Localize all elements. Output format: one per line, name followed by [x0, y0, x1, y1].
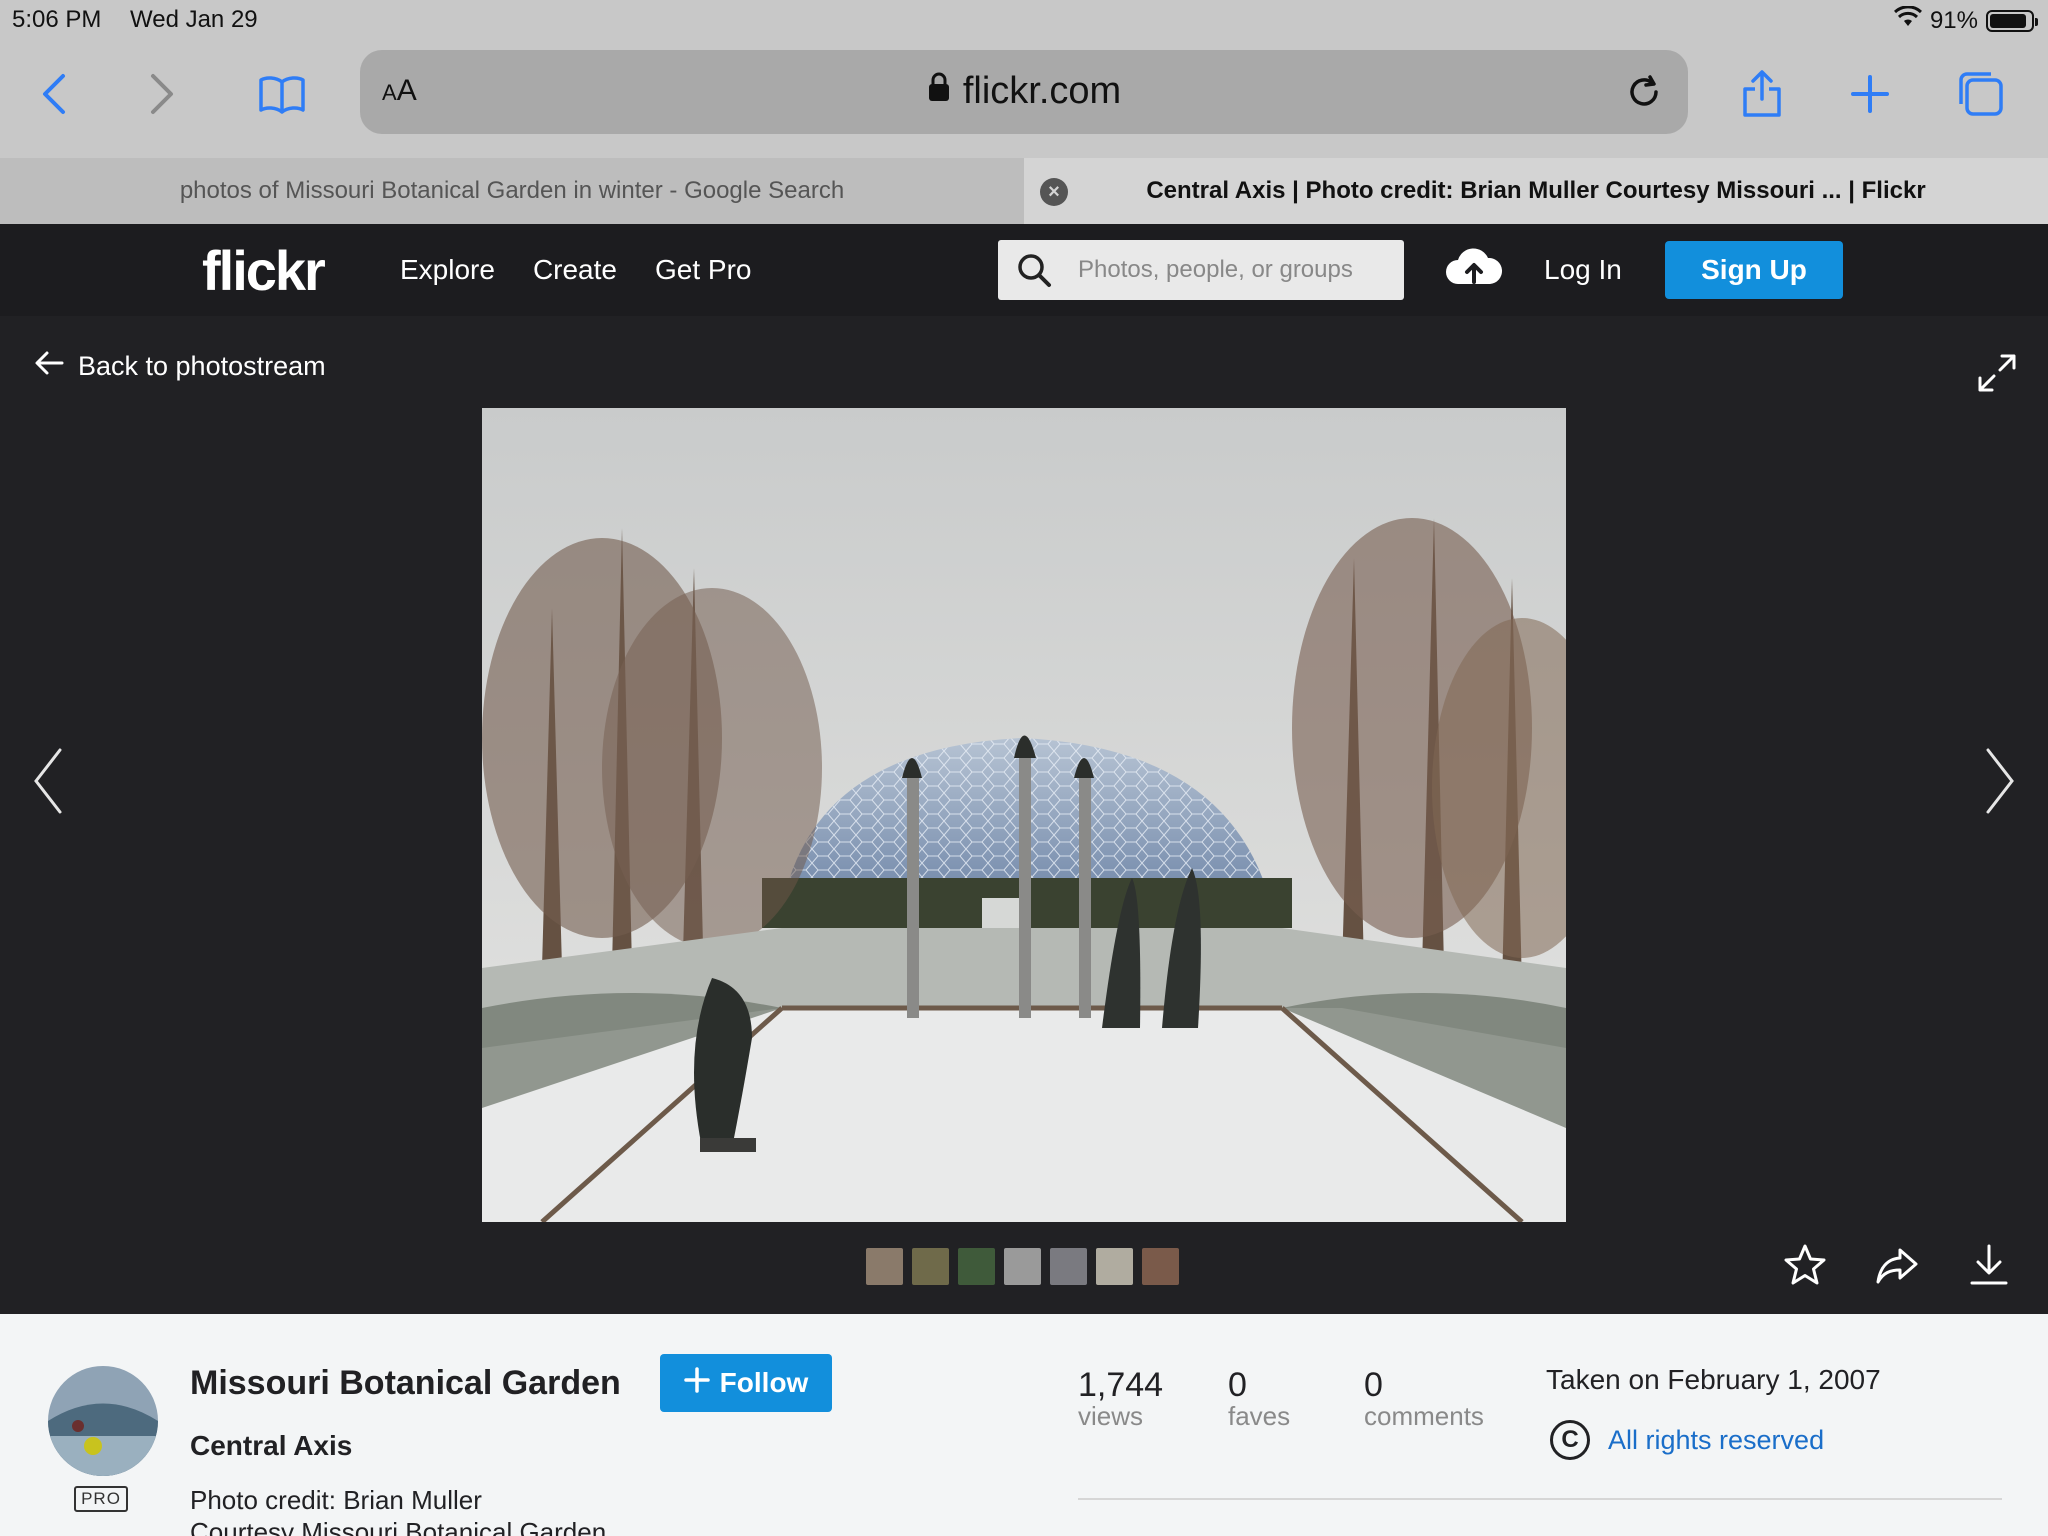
- follow-button[interactable]: Follow: [660, 1354, 832, 1412]
- photo-stage: Back to photostream: [0, 316, 2048, 1314]
- battery-fill: [1990, 13, 2027, 28]
- fullscreen-icon[interactable]: [1976, 352, 2018, 399]
- signup-button[interactable]: Sign Up: [1665, 241, 1843, 299]
- tab-google-search[interactable]: photos of Missouri Botanical Garden in w…: [0, 158, 1024, 224]
- owner-name[interactable]: Missouri Botanical Garden: [190, 1364, 621, 1403]
- tab-title: Central Axis | Photo credit: Brian Mulle…: [1146, 177, 1926, 204]
- flickr-navbar: flickr Explore Create Get Pro Log In Sig…: [0, 224, 2048, 316]
- stat-value: 1,744: [1078, 1366, 1164, 1404]
- stat-faves: 0 faves: [1228, 1366, 1290, 1432]
- status-right: 91%: [1893, 5, 2038, 35]
- nav-explore[interactable]: Explore: [400, 254, 495, 286]
- stat-label: views: [1078, 1401, 1144, 1431]
- login-link[interactable]: Log In: [1544, 254, 1622, 286]
- photostream-thumbnail[interactable]: [1142, 1248, 1179, 1285]
- next-photo-icon[interactable]: [1982, 746, 2018, 821]
- tabs-overview-button[interactable]: [1950, 64, 2010, 124]
- photostream-thumbnail[interactable]: [912, 1248, 949, 1285]
- address-bar[interactable]: AA flickr.com: [360, 50, 1688, 134]
- share-arrow-icon[interactable]: [1874, 1242, 1920, 1293]
- back-nav-button[interactable]: [24, 64, 84, 124]
- bookmarks-button[interactable]: [252, 64, 312, 124]
- photo-info: PRO Missouri Botanical Garden Follow Cen…: [0, 1314, 2048, 1536]
- nav-create[interactable]: Create: [533, 254, 617, 286]
- wifi-icon: [1893, 5, 1922, 35]
- arrow-left-icon: [34, 350, 64, 383]
- stat-value: 0: [1228, 1366, 1247, 1404]
- back-label: Back to photostream: [78, 351, 326, 381]
- photostream-thumbnail[interactable]: [1004, 1248, 1041, 1285]
- close-tab-icon[interactable]: ×: [1040, 178, 1068, 206]
- forward-nav-button[interactable]: [132, 64, 192, 124]
- stat-value: 0: [1364, 1366, 1383, 1404]
- stat-comments: 0 comments: [1364, 1366, 1484, 1432]
- winter-garden-dome-image: [482, 408, 1566, 1222]
- browser-tabs: photos of Missouri Botanical Garden in w…: [0, 158, 2048, 224]
- tab-flickr[interactable]: × Central Axis | Photo credit: Brian Mul…: [1024, 158, 2048, 224]
- status-time: 5:06 PM: [12, 6, 102, 33]
- tab-title: photos of Missouri Botanical Garden in w…: [179, 177, 845, 204]
- new-tab-button[interactable]: [1840, 64, 1900, 124]
- status-date: Wed Jan 29: [130, 6, 258, 33]
- browser-toolbar: AA flickr.com: [0, 44, 2048, 154]
- plus-icon: [683, 1366, 710, 1400]
- photostream-thumbnail[interactable]: [1096, 1248, 1133, 1285]
- taken-date: Taken on February 1, 2007: [1546, 1364, 1881, 1395]
- nav-get-pro[interactable]: Get Pro: [655, 254, 751, 286]
- photostream-thumbnails: [866, 1248, 1179, 1285]
- download-icon[interactable]: [1966, 1242, 2012, 1293]
- nav-links: Explore Create Get Pro: [400, 254, 751, 286]
- reload-icon[interactable]: [1620, 68, 1668, 116]
- copyright-icon: C: [1550, 1420, 1590, 1460]
- divider: [1078, 1498, 2002, 1500]
- star-fave-icon[interactable]: [1782, 1242, 1828, 1293]
- stat-views: 1,744 views: [1078, 1366, 1163, 1432]
- search-icon[interactable]: [1016, 252, 1052, 293]
- browser-chrome: 5:06 PM Wed Jan 29 91% AA flickr.com pho…: [0, 0, 2048, 224]
- license-row: C All rights reserved: [1550, 1420, 1824, 1460]
- url-display[interactable]: flickr.com: [360, 70, 1688, 113]
- photostream-thumbnail[interactable]: [958, 1248, 995, 1285]
- search-input[interactable]: [1078, 240, 1388, 300]
- upload-cloud-icon[interactable]: [1444, 244, 1504, 295]
- photo-title: Central Axis: [190, 1430, 353, 1461]
- description-line: Photo credit: Brian Muller: [190, 1485, 482, 1515]
- battery-percent: 91%: [1929, 6, 1978, 34]
- search-box: [998, 240, 1404, 300]
- lock-icon: [927, 70, 951, 113]
- url-text: flickr.com: [962, 70, 1122, 112]
- flickr-logo[interactable]: flickr: [202, 238, 326, 303]
- photo-description: Photo credit: Brian Muller Courtesy Miss…: [190, 1484, 606, 1536]
- share-button[interactable]: [1732, 64, 1792, 124]
- main-photo[interactable]: [482, 408, 1566, 1222]
- owner-avatar[interactable]: [48, 1366, 158, 1476]
- photo-actions: [1782, 1242, 2012, 1293]
- all-rights-reserved-link[interactable]: All rights reserved: [1608, 1425, 1824, 1456]
- photostream-thumbnail[interactable]: [1050, 1248, 1087, 1285]
- status-bar: 5:06 PM Wed Jan 29 91%: [0, 0, 2048, 40]
- stat-label: faves: [1228, 1401, 1291, 1431]
- previous-photo-icon[interactable]: [30, 746, 66, 821]
- battery-icon: [1986, 9, 2038, 32]
- photostream-thumbnail[interactable]: [866, 1248, 903, 1285]
- description-line: Courtesy Missouri Botanical Garden: [190, 1517, 607, 1536]
- stat-label: comments: [1364, 1401, 1484, 1431]
- pro-badge: PRO: [74, 1486, 128, 1512]
- follow-label: Follow: [719, 1367, 809, 1398]
- back-to-photostream-link[interactable]: Back to photostream: [34, 350, 326, 383]
